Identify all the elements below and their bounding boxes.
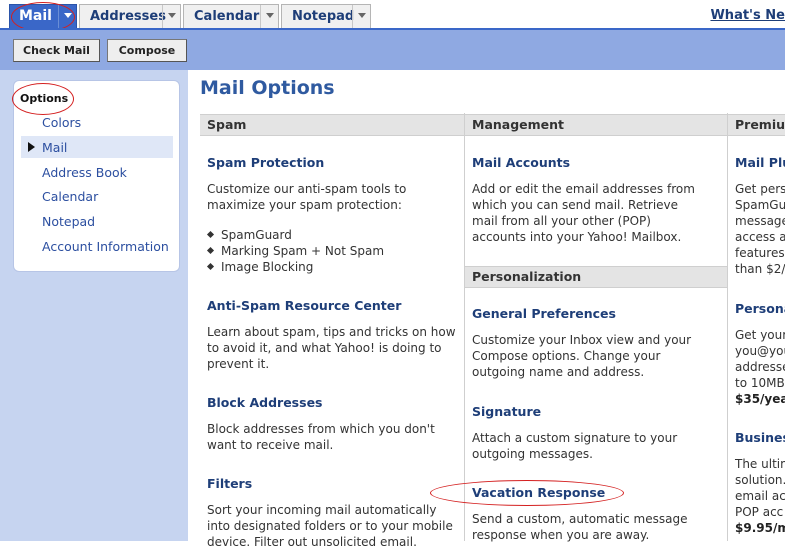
- sidebar-item-notepad[interactable]: Notepad: [42, 214, 95, 229]
- triangle-right-icon: [28, 142, 35, 152]
- sidebar-item-calendar[interactable]: Calendar: [42, 189, 98, 204]
- page-title: Mail Options: [200, 77, 335, 99]
- personal-address-link[interactable]: Persona: [735, 301, 785, 316]
- signature-link[interactable]: Signature: [472, 404, 541, 419]
- general-preferences-link[interactable]: General Preferences: [472, 306, 616, 321]
- mail-accounts-link[interactable]: Mail Accounts: [472, 155, 570, 170]
- sidebar-item-account-information[interactable]: Account Information: [42, 239, 169, 254]
- sidebar-item-address-book[interactable]: Address Book: [42, 165, 127, 180]
- tab-notepad-label: Notepad: [292, 9, 355, 24]
- toolbar: Check Mail Compose: [0, 28, 785, 70]
- personal-address-desc: Get your you@you addresse to 10MB $35/ye…: [735, 328, 785, 406]
- mail-plus-desc: Get pers SpamGu message access a feature…: [735, 182, 785, 276]
- chevron-down-icon[interactable]: [352, 5, 370, 28]
- signature-desc: Attach a custom signature to your outgoi…: [472, 431, 678, 461]
- spam-protection-desc: Customize our anti-spam tools to maximiz…: [207, 182, 407, 212]
- management-column-header: Management: [465, 114, 727, 136]
- diamond-bullet-icon: [206, 230, 215, 239]
- premium-column-header: Premium: [728, 114, 785, 136]
- general-preferences-desc: Customize your Inbox view and your Compo…: [472, 333, 692, 379]
- highlight-ring: [12, 83, 74, 115]
- chevron-down-icon[interactable]: [162, 5, 180, 28]
- filters-desc: Sort your incoming mail automatically in…: [207, 503, 453, 549]
- filters-link[interactable]: Filters: [207, 476, 252, 491]
- spam-protection-link[interactable]: Spam Protection: [207, 155, 324, 170]
- chevron-down-icon[interactable]: [260, 5, 278, 28]
- block-addresses-link[interactable]: Block Addresses: [207, 395, 323, 410]
- business-email-link[interactable]: Business: [735, 430, 785, 445]
- highlight-ring: [430, 480, 624, 506]
- list-item: Marking Spam + Not Spam: [206, 243, 384, 259]
- premium-column: Premium Mail Plus Get pers SpamGu messag…: [728, 113, 785, 541]
- tab-notepad[interactable]: Notepad: [281, 4, 371, 28]
- whats-new-link[interactable]: What's Ne: [710, 8, 785, 23]
- business-email-desc: The ultim solution. email ac POP acc $9.…: [735, 457, 785, 535]
- mail-accounts-desc: Add or edit the email addresses from whi…: [472, 182, 695, 244]
- sidebar-item-colors[interactable]: Colors: [42, 115, 81, 130]
- anti-spam-resource-center-link[interactable]: Anti-Spam Resource Center: [207, 298, 401, 313]
- vacation-response-desc: Send a custom, automatic message respons…: [472, 512, 688, 542]
- block-addresses-desc: Block addresses from which you don't wan…: [207, 422, 435, 452]
- tab-addresses-label: Addresses: [90, 9, 166, 24]
- personalization-column-header: Personalization: [465, 266, 727, 288]
- mail-plus-link[interactable]: Mail Plus: [735, 155, 785, 170]
- sidebar-item-mail[interactable]: Mail: [42, 140, 67, 155]
- tab-calendar-label: Calendar: [194, 9, 260, 24]
- list-item: SpamGuard: [206, 227, 384, 243]
- check-mail-button[interactable]: Check Mail: [13, 39, 100, 62]
- spam-column-header: Spam: [200, 114, 464, 136]
- tab-calendar[interactable]: Calendar: [183, 4, 279, 28]
- diamond-bullet-icon: [206, 262, 215, 271]
- column-divider: [464, 113, 465, 541]
- diamond-bullet-icon: [206, 246, 215, 255]
- tab-addresses[interactable]: Addresses: [79, 4, 181, 28]
- compose-button[interactable]: Compose: [107, 39, 187, 62]
- spam-protection-list: SpamGuard Marking Spam + Not Spam Image …: [206, 227, 384, 275]
- top-tab-bar: Mail Addresses Calendar Notepad What's N…: [0, 0, 785, 30]
- list-item: Image Blocking: [206, 259, 384, 275]
- anti-spam-resource-center-desc: Learn about spam, tips and tricks on how…: [207, 325, 456, 371]
